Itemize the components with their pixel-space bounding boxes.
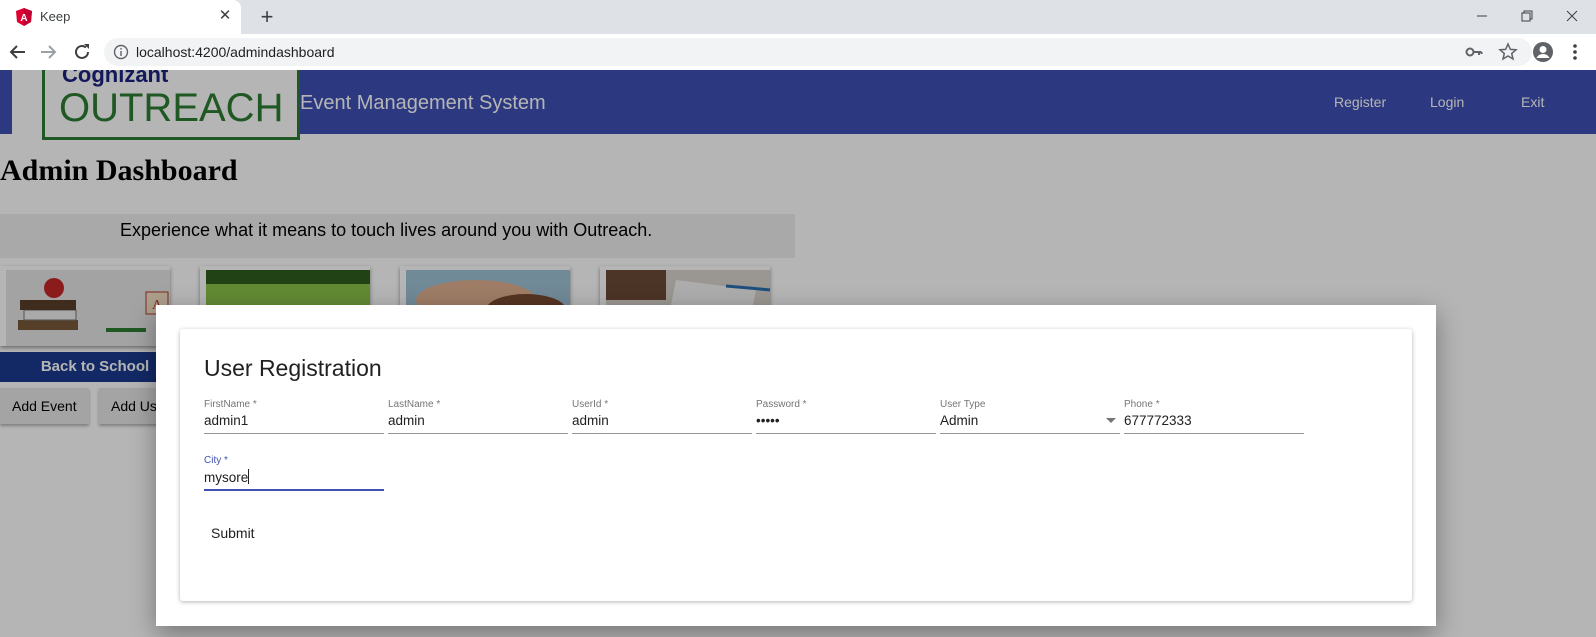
- user-type-value[interactable]: Admin: [940, 413, 978, 428]
- more-menu-icon[interactable]: [1567, 42, 1583, 62]
- password-input[interactable]: •••••: [756, 413, 780, 428]
- info-icon[interactable]: [113, 44, 129, 60]
- user-type-select[interactable]: User Type Admin: [940, 399, 1120, 435]
- text-caret: [248, 469, 250, 484]
- phone-input[interactable]: 677772333: [1124, 413, 1192, 428]
- city-label: City *: [204, 455, 228, 466]
- form-title: User Registration: [204, 355, 382, 381]
- user-id-label: UserId *: [572, 399, 609, 410]
- reload-icon[interactable]: [70, 40, 94, 64]
- last-name-field[interactable]: LastName * admin: [388, 399, 568, 435]
- browser-toolbar: localhost:4200/admindashboard: [0, 34, 1596, 71]
- field-underline: [940, 433, 1120, 434]
- city-input-text: mysore: [204, 470, 249, 485]
- user-id-input[interactable]: admin: [572, 413, 609, 428]
- back-icon[interactable]: [6, 40, 30, 64]
- first-name-label: FirstName *: [204, 399, 257, 410]
- close-window-icon[interactable]: [1550, 0, 1594, 30]
- field-underline-focused: [204, 489, 384, 491]
- key-icon[interactable]: [1464, 42, 1484, 62]
- registration-form-card: User Registration FirstName * admin1 Las…: [180, 329, 1412, 601]
- angular-favicon-icon: A: [16, 8, 32, 26]
- new-tab-icon[interactable]: +: [255, 5, 279, 29]
- user-id-field[interactable]: UserId * admin: [572, 399, 752, 435]
- close-tab-icon[interactable]: ✕: [216, 7, 234, 25]
- user-type-label: User Type: [940, 399, 986, 410]
- phone-field[interactable]: Phone * 677772333: [1124, 399, 1304, 435]
- city-input[interactable]: mysore: [204, 469, 250, 485]
- profile-avatar-icon[interactable]: [1532, 41, 1554, 63]
- forward-icon[interactable]: [36, 40, 60, 64]
- url-text[interactable]: localhost:4200/admindashboard: [136, 44, 334, 60]
- city-field[interactable]: City * mysore: [204, 455, 384, 491]
- field-underline: [572, 433, 752, 434]
- field-underline: [204, 433, 384, 434]
- svg-text:A: A: [20, 13, 27, 24]
- tab-title: Keep: [40, 9, 71, 24]
- first-name-field[interactable]: FirstName * admin1: [204, 399, 384, 435]
- minimize-icon[interactable]: [1460, 0, 1504, 30]
- address-bar[interactable]: localhost:4200/admindashboard: [104, 38, 1532, 66]
- phone-label: Phone *: [1124, 399, 1160, 410]
- last-name-input[interactable]: admin: [388, 413, 425, 428]
- star-icon[interactable]: [1498, 42, 1518, 62]
- submit-button[interactable]: Submit: [202, 518, 264, 548]
- password-field[interactable]: Password * •••••: [756, 399, 936, 435]
- password-label: Password *: [756, 399, 807, 410]
- dropdown-arrow-icon[interactable]: [1106, 418, 1116, 423]
- restore-icon[interactable]: [1505, 0, 1549, 30]
- field-underline: [388, 433, 568, 434]
- browser-tab-strip: A Keep ✕ +: [0, 0, 1596, 34]
- last-name-label: LastName *: [388, 399, 441, 410]
- registration-dialog: User Registration FirstName * admin1 Las…: [156, 305, 1436, 626]
- field-underline: [756, 433, 936, 434]
- field-underline: [1124, 433, 1304, 434]
- first-name-input[interactable]: admin1: [204, 413, 248, 428]
- browser-tab[interactable]: A Keep ✕: [0, 0, 241, 34]
